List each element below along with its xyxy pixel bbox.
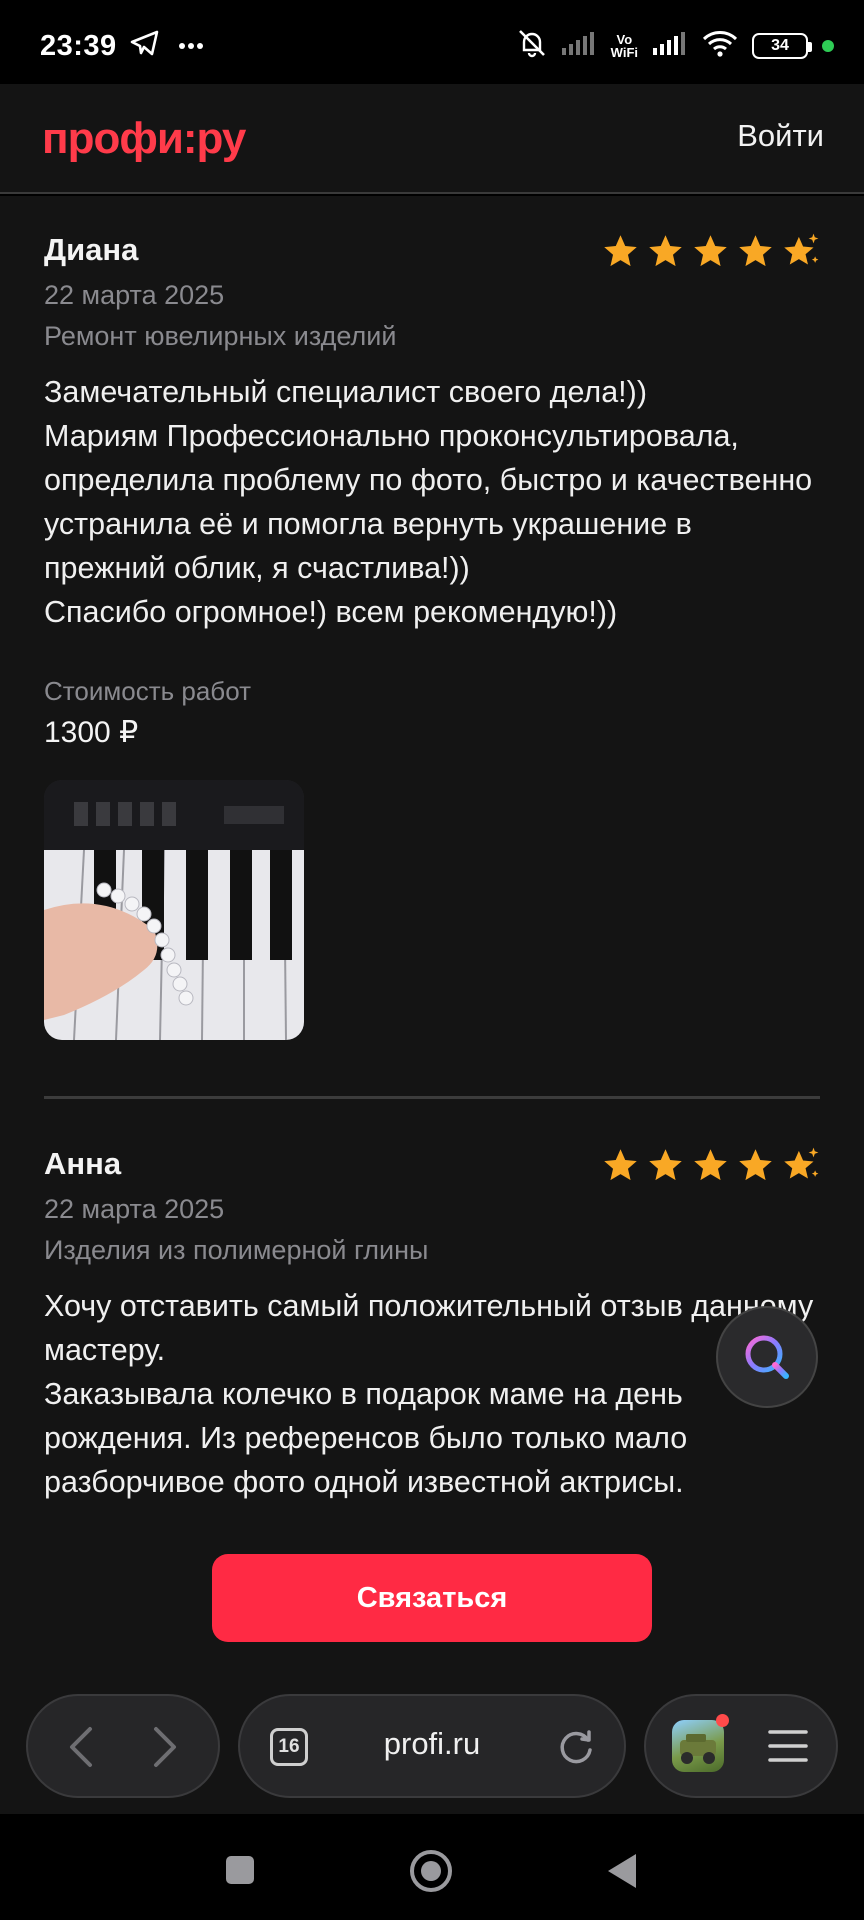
star-icon bbox=[739, 235, 772, 267]
contact-button[interactable]: Связаться bbox=[212, 1554, 652, 1642]
vowifi-icon: Vo WiFi bbox=[610, 31, 638, 60]
review-card: Диана 22 марта 2025 Ремонт ювелирных изд… bbox=[44, 232, 820, 1040]
notification-dot bbox=[716, 1714, 729, 1727]
reviews-list: Диана 22 марта 2025 Ремонт ювелирных изд… bbox=[0, 196, 864, 1674]
sparkle-star-icon bbox=[784, 233, 819, 265]
recents-icon[interactable] bbox=[224, 1854, 256, 1886]
sparkle-star-icon bbox=[784, 1147, 819, 1179]
back-arrow-icon[interactable] bbox=[66, 1726, 96, 1768]
review-text: Замечательный специалист своего дела!)) … bbox=[44, 375, 813, 629]
review-date: 22 марта 2025 bbox=[44, 1194, 225, 1224]
login-link[interactable]: Войти bbox=[737, 118, 824, 154]
review-divider bbox=[44, 1096, 820, 1099]
menu-pill bbox=[644, 1694, 838, 1798]
rating-stars bbox=[601, 232, 820, 271]
cost-value: 1300 ₽ bbox=[44, 716, 139, 749]
review-date: 22 марта 2025 bbox=[44, 280, 225, 310]
star-icon bbox=[604, 235, 637, 267]
review-card: Анна 22 марта 2025 Изделия из полимерной… bbox=[44, 1146, 820, 1504]
star-icon bbox=[694, 1149, 727, 1181]
review-photo[interactable] bbox=[44, 780, 304, 1040]
wifi-icon bbox=[702, 29, 738, 62]
nav-pill bbox=[26, 1694, 220, 1798]
more-icon bbox=[178, 37, 204, 55]
cost-label: Стоимость работ bbox=[44, 676, 251, 706]
star-icon bbox=[649, 235, 682, 267]
privacy-indicator bbox=[822, 39, 834, 52]
review-category: Изделия из полимерной глины bbox=[44, 1235, 429, 1265]
status-time: 23:39 bbox=[40, 30, 117, 62]
mute-bell-icon bbox=[517, 28, 547, 63]
reload-icon[interactable] bbox=[556, 1726, 596, 1766]
menu-icon[interactable] bbox=[768, 1728, 808, 1764]
star-icon bbox=[694, 235, 727, 267]
browser-toolbar: 16 profi.ru bbox=[0, 1674, 864, 1814]
status-bar: 23:39 Vo WiFi 34 bbox=[0, 0, 864, 84]
system-navigation bbox=[0, 1814, 864, 1920]
telegram-icon bbox=[130, 30, 160, 61]
ai-search-button[interactable] bbox=[716, 1306, 818, 1408]
rating-stars bbox=[601, 1146, 820, 1185]
forward-arrow-icon[interactable] bbox=[150, 1726, 180, 1768]
profile-avatar[interactable] bbox=[672, 1720, 724, 1772]
review-text: Хочу отставить самый положительный отзыв… bbox=[44, 1289, 814, 1499]
site-header: профи:ру Войти bbox=[0, 84, 864, 194]
star-icon bbox=[739, 1149, 772, 1181]
home-icon[interactable] bbox=[408, 1848, 454, 1894]
signal-icon bbox=[561, 30, 597, 61]
ai-search-icon bbox=[745, 1335, 789, 1379]
url-pill[interactable]: 16 profi.ru bbox=[238, 1694, 626, 1798]
signal-icon bbox=[652, 30, 688, 61]
profi-logo[interactable]: профи:ру bbox=[42, 114, 246, 164]
star-icon bbox=[604, 1149, 637, 1181]
review-category: Ремонт ювелирных изделий bbox=[44, 321, 397, 351]
battery-icon: 34 bbox=[752, 32, 812, 59]
star-icon bbox=[649, 1149, 682, 1181]
back-triangle-icon[interactable] bbox=[606, 1852, 638, 1890]
